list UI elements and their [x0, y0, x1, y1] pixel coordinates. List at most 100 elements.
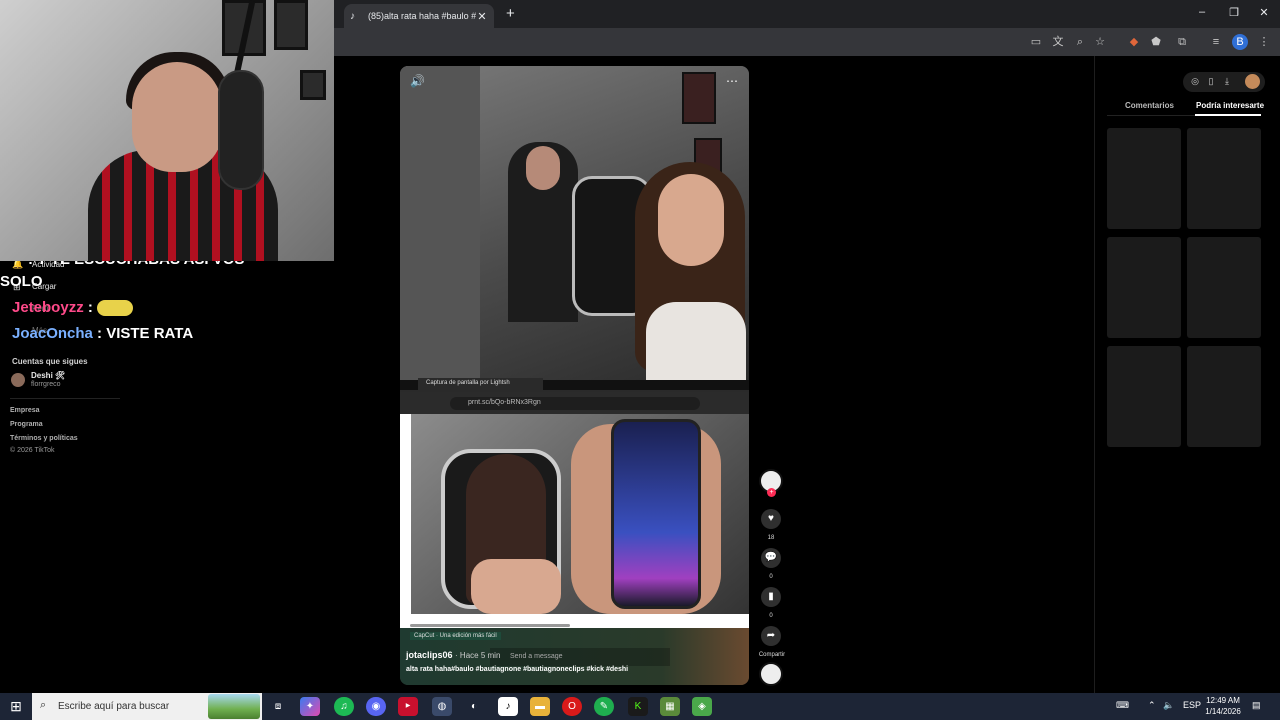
extension-2-icon[interactable]: ⬟: [1148, 34, 1164, 50]
search-placeholder: Escribe aquí para buscar: [58, 701, 170, 712]
compass-icon[interactable]: ◎: [1189, 76, 1201, 87]
profile-avatar-icon[interactable]: B: [1232, 34, 1248, 50]
tab-recommended[interactable]: Podría interesarte: [1196, 101, 1264, 110]
tray-chevron-icon[interactable]: ⌃: [1148, 700, 1156, 711]
close-window-button[interactable]: ✕: [1254, 6, 1274, 19]
scene-legs: [471, 559, 561, 614]
recommended-thumbnail[interactable]: [1187, 237, 1261, 338]
windows-start-icon[interactable]: ⊞: [0, 693, 32, 720]
discord-icon[interactable]: ◉: [366, 697, 386, 716]
device-icon[interactable]: ▯: [1205, 76, 1217, 87]
inner-scrollbar: [400, 614, 749, 628]
tab-title: (85)alta rata haha #baulo #bau: [368, 11, 476, 21]
bookmark-star-icon[interactable]: ☆: [1092, 34, 1108, 50]
more-options-icon[interactable]: ⋯: [726, 74, 738, 88]
media-controls-icon[interactable]: ≡: [1208, 34, 1224, 50]
search-icon: ⌕: [40, 699, 47, 711]
chat-message: JoacOncha : VISTE RATA: [12, 325, 193, 342]
chat-text: SOLO: [0, 273, 43, 290]
follow-plus-icon[interactable]: +: [767, 488, 776, 497]
video-info: CapCut · Una edición más fácil Send a me…: [400, 628, 749, 685]
new-tab-button[interactable]: +: [506, 5, 515, 22]
volume-tray-icon[interactable]: 🔈: [1163, 700, 1174, 711]
recommended-thumbnail[interactable]: [1107, 346, 1181, 447]
following-name[interactable]: Deshi 🛠: [31, 371, 65, 380]
sound-disc-icon[interactable]: [759, 662, 783, 686]
inner-screenshot: [400, 414, 749, 614]
author-name[interactable]: jotaclips06: [406, 650, 453, 660]
minecraft-icon[interactable]: ◈: [692, 697, 712, 716]
avatar[interactable]: [11, 373, 25, 387]
recommended-thumbnail[interactable]: [1107, 237, 1181, 338]
zoom-icon[interactable]: ⌕: [1072, 34, 1088, 50]
notification-icon[interactable]: ▤: [1252, 700, 1261, 711]
minimize-button[interactable]: –: [1192, 6, 1212, 18]
extension-icon[interactable]: ◆: [1126, 34, 1142, 50]
inner-tab: Captura de pantalla por Lightsh: [418, 378, 543, 390]
clock-time: 12:49 AM: [1206, 696, 1240, 705]
screen: ♪ (85)alta rata haha #baulo #bau ✕ + – ❐…: [0, 0, 1280, 720]
following-heading: Cuentas que sigues: [12, 357, 88, 366]
translate-icon[interactable]: 文: [1050, 34, 1066, 50]
taskbar-search[interactable]: ⌕ Escribe aquí para buscar: [32, 693, 262, 720]
file-explorer-icon[interactable]: ▬: [530, 697, 550, 716]
lightshot-icon[interactable]: ✎: [594, 697, 614, 716]
extensions-puzzle-icon[interactable]: ⧉: [1174, 34, 1190, 50]
opera-icon[interactable]: O: [562, 697, 582, 716]
close-tab-icon[interactable]: ✕: [476, 10, 488, 23]
volume-icon[interactable]: 🔊: [410, 74, 425, 88]
obs-icon[interactable]: ◐: [464, 697, 484, 716]
keyboard-icon[interactable]: ⌨: [1116, 700, 1129, 711]
like-button[interactable]: ♥: [761, 509, 781, 529]
microphone: [218, 70, 264, 190]
comment-button[interactable]: 💬: [761, 548, 781, 568]
game-icon[interactable]: ▦: [660, 697, 680, 716]
tiktok-app-icon[interactable]: ♪: [498, 697, 518, 716]
phone: [611, 419, 701, 609]
copilot-icon[interactable]: ✦: [300, 697, 320, 716]
share-label: Compartir: [758, 652, 786, 658]
scene-person-left: [400, 66, 480, 380]
video-editor-icon[interactable]: ▶: [398, 697, 418, 716]
save-button[interactable]: ▮: [761, 587, 781, 607]
recommended-thumbnail[interactable]: [1187, 128, 1261, 229]
clock-date: 1/14/2026: [1205, 707, 1241, 716]
chrome-icon[interactable]: ◍: [432, 697, 452, 716]
video-description: alta rata haha#baulo #bautiagnone #bauti…: [406, 666, 629, 673]
webcam-overlay: [0, 0, 334, 261]
recommended-thumbnail[interactable]: [1107, 128, 1181, 229]
task-view-icon[interactable]: ⧈: [268, 697, 288, 716]
chat-username: Jeteboyzz: [12, 299, 84, 316]
cast-icon[interactable]: ▭: [1028, 34, 1044, 50]
post-time: · Hace 5 min: [455, 651, 501, 660]
scene-clothing: [646, 302, 746, 382]
tab-comments[interactable]: Comentarios: [1125, 101, 1174, 110]
user-avatar[interactable]: [1245, 74, 1260, 89]
wall-poster: [682, 72, 716, 124]
kick-icon[interactable]: K: [628, 697, 648, 716]
tiktok-favicon-icon: ♪: [350, 10, 355, 22]
scene-face: [526, 146, 560, 190]
video-scene-top: [400, 66, 749, 382]
recommended-thumbnail[interactable]: [1187, 346, 1261, 447]
capcut-badge[interactable]: CapCut · Una edición más fácil: [410, 632, 501, 640]
restore-button[interactable]: ❐: [1224, 6, 1244, 19]
chat-message: Jeteboyzz :: [12, 299, 134, 317]
video-player[interactable]: 🔊 ⋯ Captura de pantalla por Lightsh prnt…: [400, 66, 749, 685]
following-handle[interactable]: florrgreco: [31, 381, 61, 388]
sidebar-divider: [10, 398, 120, 399]
inner-scene: [411, 414, 749, 614]
footer-link-program[interactable]: Programa: [10, 421, 43, 428]
browser-tab[interactable]: ♪ (85)alta rata haha #baulo #bau ✕: [344, 4, 494, 28]
taskbar-clock[interactable]: 12:49 AM 1/14/2026: [1198, 695, 1248, 717]
chat-input: Send a message: [490, 648, 670, 666]
footer-link-company[interactable]: Empresa: [10, 407, 40, 414]
download-icon[interactable]: ⤓: [1221, 76, 1233, 87]
footer-link-terms[interactable]: Términos y políticas: [10, 435, 78, 442]
chat-text: : VISTE RATA: [97, 325, 194, 342]
copyright: © 2026 TikTok: [10, 447, 55, 454]
menu-kebab-icon[interactable]: ⋮: [1256, 34, 1272, 50]
spotify-icon[interactable]: ♫: [334, 697, 354, 716]
share-button[interactable]: ➦: [761, 626, 781, 646]
video-author[interactable]: jotaclips06 · Hace 5 min: [406, 650, 500, 660]
